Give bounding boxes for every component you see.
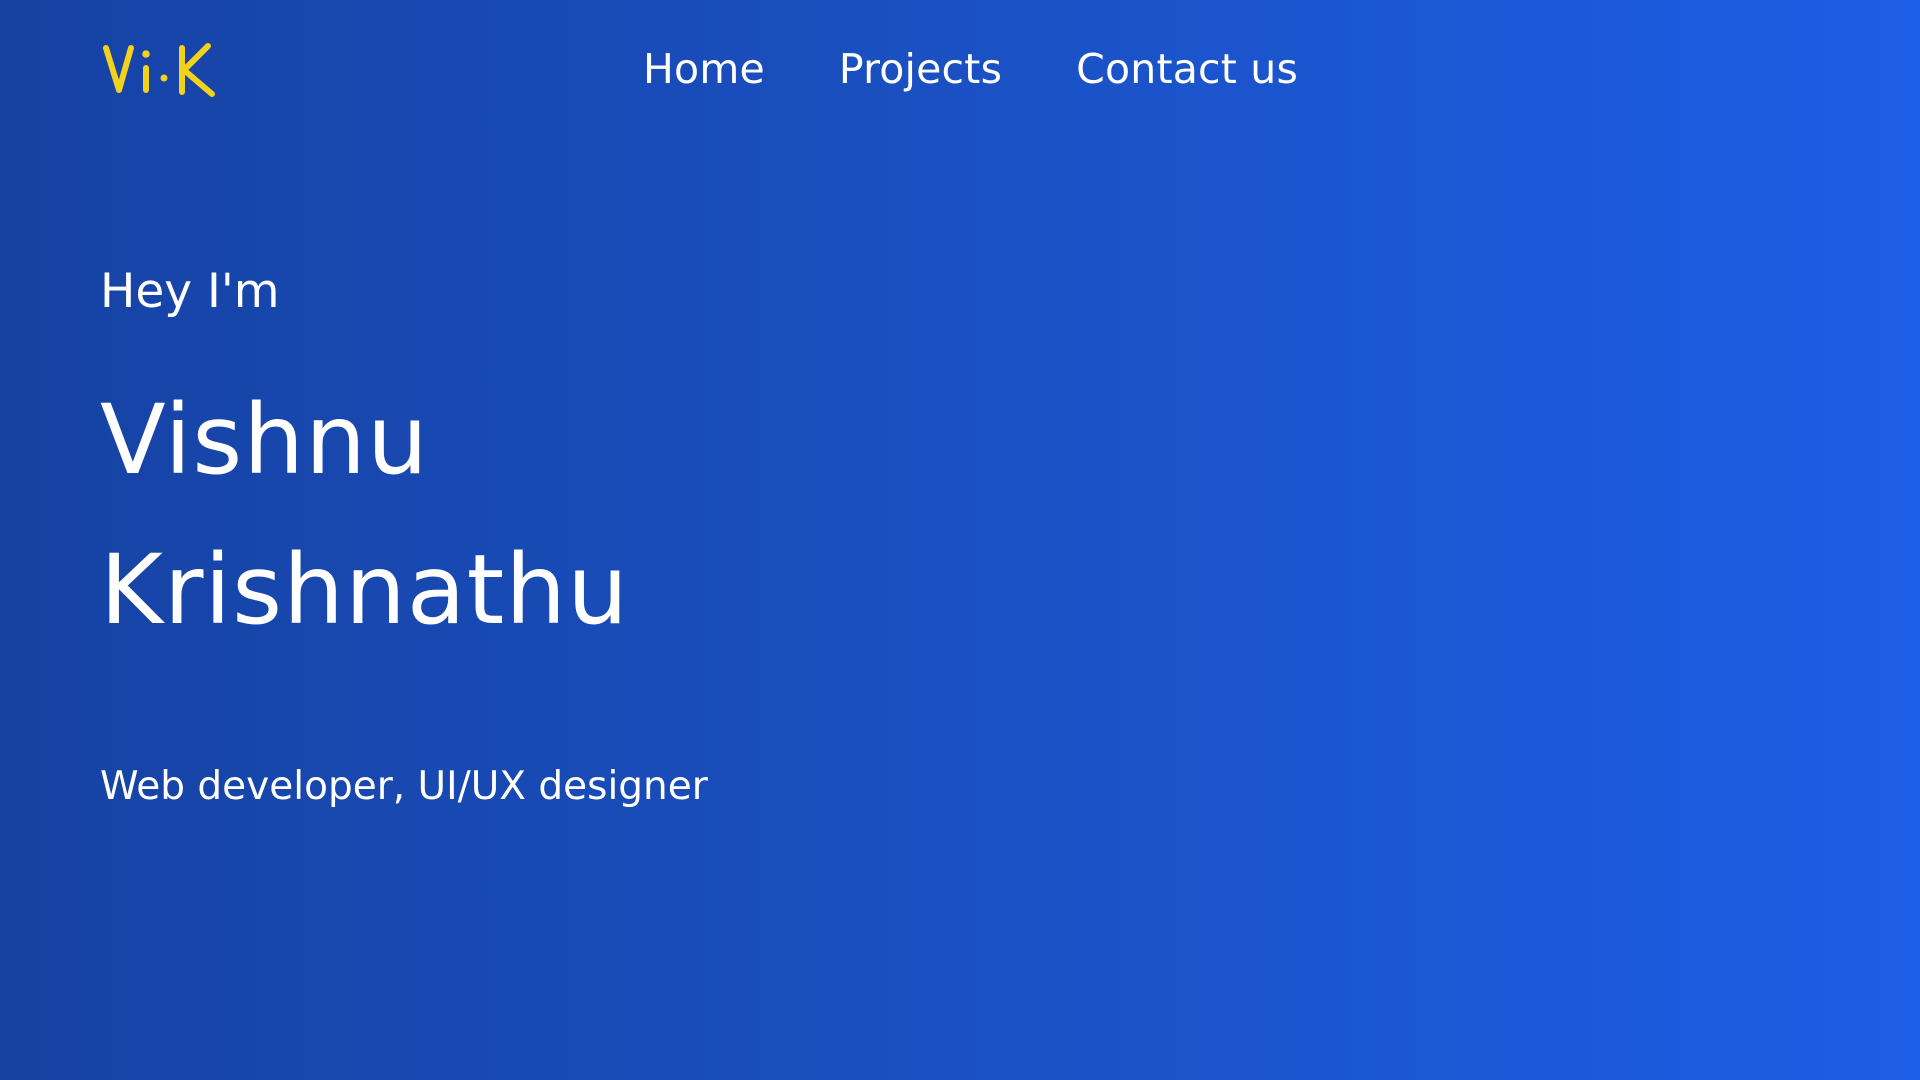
hero-role: Web developer, UI/UX designer [100,764,708,809]
nav-contact-link[interactable]: Contact us [1076,43,1298,95]
nav-home-link[interactable]: Home [643,43,765,95]
main-nav: Home Projects Contact us [643,43,1298,95]
nav-projects-link[interactable]: Projects [839,43,1002,95]
hero-greeting: Hey I'm [100,264,280,319]
hero-last-name: Krishnathu [100,534,629,646]
brand-logo[interactable] [100,38,226,102]
hero-section: Hey I'm Vishnu Krishnathu Web developer,… [100,262,708,809]
hero-first-name: Vishnu [100,384,429,496]
